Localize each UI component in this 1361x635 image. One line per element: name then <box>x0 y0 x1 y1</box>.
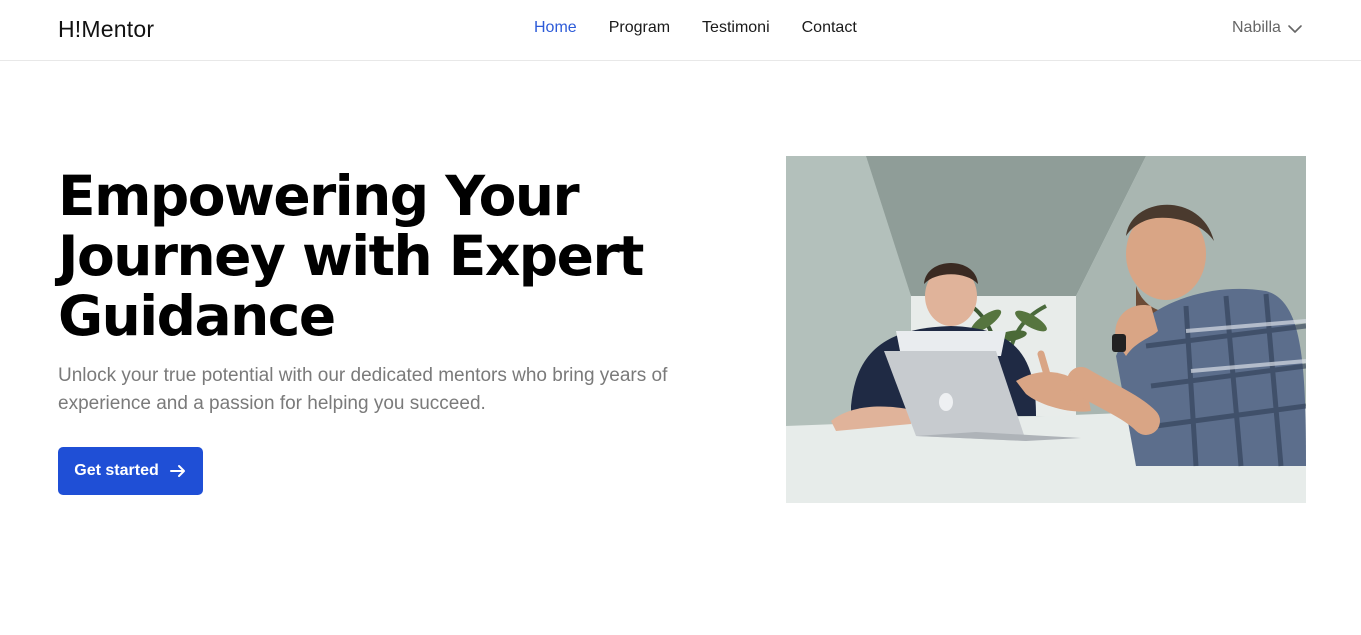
hero-photo <box>786 156 1306 503</box>
nav-item-testimoni[interactable]: Testimoni <box>702 19 770 37</box>
navbar: H!Mentor Home Program Testimoni Contact … <box>0 0 1361 61</box>
nav-item-home[interactable]: Home <box>534 19 577 37</box>
user-name: Nabilla <box>1232 19 1281 36</box>
user-menu[interactable]: Nabilla <box>1232 19 1303 37</box>
nav-item-program[interactable]: Program <box>609 19 670 37</box>
hero-title: Empowering Your Journey with Expert Guid… <box>58 164 644 348</box>
hero-subtitle: Unlock your true potential with our dedi… <box>58 365 668 414</box>
get-started-button[interactable]: Get started <box>58 447 203 495</box>
arrow-right-icon <box>169 465 185 477</box>
mentoring-photo-illustration <box>786 156 1306 503</box>
get-started-label: Get started <box>74 462 159 479</box>
brand-logo[interactable]: H!Mentor <box>58 16 154 43</box>
nav-item-contact[interactable]: Contact <box>802 19 857 37</box>
main-nav: Home Program Testimoni Contact <box>534 19 889 37</box>
chevron-down-icon <box>1288 25 1302 33</box>
